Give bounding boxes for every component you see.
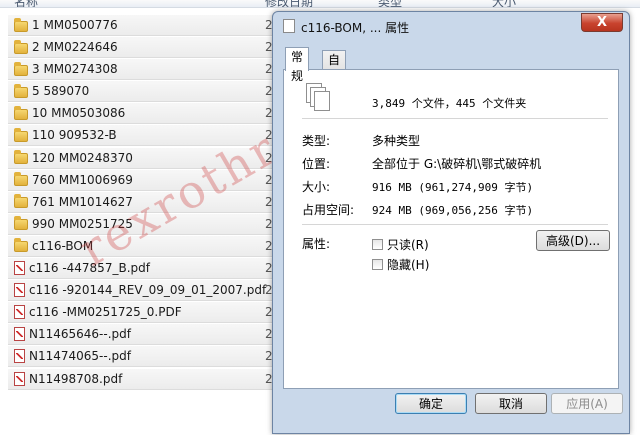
file-count-summary: 3,849 个文件，445 个文件夹 [372,97,527,110]
pdf-file-icon [14,371,25,386]
type-value: 多种类型 [372,134,421,148]
separator [302,224,608,225]
readonly-checkbox[interactable]: 只读(R) [372,236,429,253]
folder-icon [14,238,28,253]
item-name: N11498708.pdf [29,371,123,386]
column-date[interactable]: 修改日期 [265,0,313,7]
size-label: 大小: [302,180,331,194]
folder-row[interactable]: 10 MM05030862( [8,102,283,125]
item-name: 1 MM0500776 [32,18,118,32]
pdf-file-icon [14,305,25,320]
folder-row[interactable]: 761 MM10146272( [8,190,283,213]
item-name: 120 MM0248370 [32,150,133,165]
item-name: 5 589070 [32,84,90,99]
checkbox-box[interactable] [372,239,383,250]
title-bar[interactable]: c116-BOM, ... 属性 X [273,12,629,40]
tab-content-general: 3,849 个文件，445 个文件夹 类型: 多种类型 位置: 全部位于 G:\… [283,69,619,389]
folder-icon [14,17,28,32]
properties-dialog: c116-BOM, ... 属性 X 常规 自定义 3,849 个文件，445 … [272,11,630,434]
hidden-checkbox[interactable]: 隐藏(H) [372,256,429,273]
size-on-disk-value: 924 MB (969,056,256 字节) [372,204,534,217]
folder-row[interactable]: 3 MM02743082( [8,58,283,81]
readonly-label: 只读(R) [387,238,429,252]
dialog-title: c116-BOM, ... 属性 [301,21,410,35]
item-name: 110 909532-B [32,128,117,143]
folder-icon [14,172,28,187]
item-name: c116-BOM [32,238,94,253]
separator [302,118,608,119]
file-row[interactable]: N11498708.pdf2( [8,367,283,390]
folder-icon [14,83,28,98]
folder-row[interactable]: c116-BOM2( [8,234,283,257]
size-value: 916 MB (961,274,909 字节) [372,181,534,194]
item-name: c116 -920144_REV_09_09_01_2007.pdf [29,283,267,298]
close-button[interactable]: X [581,13,623,32]
item-name: 990 MM0251725 [32,216,133,231]
item-name: 760 MM1006969 [32,172,133,187]
column-name[interactable]: 名称 [14,0,38,7]
file-row[interactable]: N11474065--.pdf2( [8,345,283,368]
item-name: c116 -447857_B.pdf [29,261,150,276]
folder-row[interactable]: 110 909532-B2( [8,124,283,147]
hidden-label: 隐藏(H) [387,258,430,272]
item-name: c116 -MM0251725_0.PDF [29,305,182,320]
pdf-file-icon [14,283,25,298]
file-row[interactable]: c116 -447857_B.pdf2( [8,257,283,280]
checkbox-box[interactable] [372,259,383,270]
folder-row[interactable]: 1 MM05007762( [8,14,283,36]
attributes-label: 属性: [302,237,331,251]
pdf-file-icon [14,327,25,342]
folder-icon [14,194,28,209]
folder-icon [14,61,28,76]
item-name: N11474065--.pdf [29,349,131,364]
item-name: 10 MM0503086 [32,106,126,121]
location-value: 全部位于 G:\破碎机\鄂式破碎机 [372,157,542,171]
item-name: N11465646--.pdf [29,327,131,342]
folder-row[interactable]: 2 MM02246462( [8,36,283,59]
location-label: 位置: [302,157,331,171]
item-name: 761 MM1014627 [32,194,133,209]
advanced-button[interactable]: 高级(D)... [536,230,610,251]
folder-row[interactable]: 760 MM10069692( [8,168,283,191]
folder-icon [14,127,28,142]
tab-custom[interactable]: 自定义 [322,50,347,105]
pdf-file-icon [14,261,25,276]
tab-general[interactable]: 常规 [285,47,310,83]
ok-button[interactable]: 确定 [395,393,467,414]
file-row[interactable]: c116 -920144_REV_09_09_01_2007.pdf2( [8,279,283,302]
item-name: 3 MM0274308 [32,62,118,77]
folder-icon [14,39,28,54]
type-label: 类型: [302,134,331,148]
folder-row[interactable]: 120 MM02483702( [8,146,283,169]
folder-icon [14,105,28,120]
folder-row[interactable]: 5 5890702( [8,80,283,103]
folder-icon [14,216,28,231]
folder-icon [14,150,28,165]
item-name: 2 MM0224646 [32,40,118,55]
multiple-files-icon [306,83,334,113]
pdf-file-icon [14,349,25,364]
cancel-button[interactable]: 取消 [475,393,547,414]
column-type[interactable]: 类型 [378,0,402,7]
folder-row[interactable]: 990 MM02517252( [8,212,283,235]
file-row[interactable]: N11465646--.pdf2( [8,323,283,346]
file-list: 1 MM05007762(2 MM02246462(3 MM02743082(5… [8,14,283,390]
apply-button[interactable]: 应用(A) [551,393,623,414]
column-size[interactable]: 大小 [492,0,516,7]
size-on-disk-label: 占用空间: [302,203,355,217]
document-icon [283,19,295,33]
column-header: 名称 修改日期 类型 大小 [0,0,640,8]
close-icon: X [596,15,608,30]
file-row[interactable]: c116 -MM0251725_0.PDF2( [8,301,283,324]
